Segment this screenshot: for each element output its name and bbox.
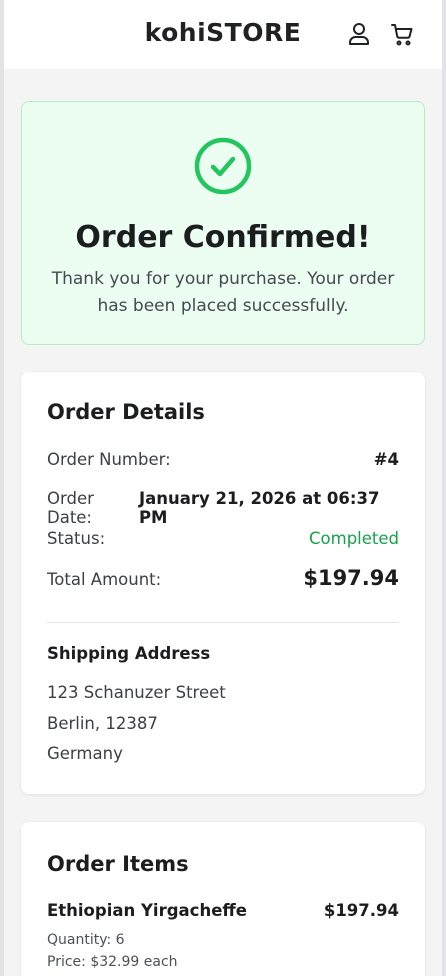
item-quantity: Quantity: 6 [47, 932, 125, 948]
order-date-label: Order Date: [47, 489, 94, 527]
order-items-title: Order Items [47, 852, 189, 876]
top-header: kohiSTORE [4, 0, 442, 69]
confirmation-title: Order Confirmed! [75, 220, 371, 255]
order-details-title: Order Details [47, 400, 205, 424]
total-amount-label: Total Amount: [47, 570, 162, 589]
cart-icon[interactable] [390, 22, 414, 46]
order-details-card: Order Details Order Number: #4 Order Dat… [21, 372, 425, 794]
item-unit-price: Price: $32.99 each [47, 954, 178, 970]
item-total: $197.94 [323, 901, 399, 920]
confirmation-message: Thank you for your purchase. Your order … [51, 269, 395, 316]
order-number-row: Order Number: #4 [47, 450, 399, 469]
shipping-address-line: Germany [47, 744, 123, 763]
order-date-row: Order Date: January 21, 2026 at 06:37 PM [47, 489, 399, 527]
status-label: Status: [47, 529, 106, 548]
total-amount-row: Total Amount: $197.94 [47, 566, 399, 590]
shipping-address-line: 123 Schanuzer Street [47, 683, 226, 702]
user-icon[interactable] [348, 22, 370, 46]
order-confirmed-banner: Order Confirmed! Thank you for your purc… [21, 101, 425, 345]
shipping-address-line: Berlin, 12387 [47, 714, 158, 733]
order-number-label: Order Number: [47, 450, 171, 469]
order-number-value: #4 [373, 450, 399, 469]
order-date-value: January 21, 2026 at 06:37 PM [138, 489, 380, 527]
shipping-address-title: Shipping Address [47, 644, 211, 663]
status-badge: Completed [309, 529, 399, 548]
status-row: Status: Completed [47, 529, 399, 548]
total-amount-value: $197.94 [303, 566, 399, 590]
check-circle-icon [193, 136, 253, 200]
section-divider [47, 622, 399, 623]
order-items-card: Order Items Ethiopian Yirgacheffe $197.9… [21, 822, 425, 976]
item-name: Ethiopian Yirgacheffe [47, 901, 247, 920]
order-confirmation-page: kohiSTORE Order Confirmed! Thank you for… [0, 0, 446, 976]
header-actions [348, 22, 414, 46]
